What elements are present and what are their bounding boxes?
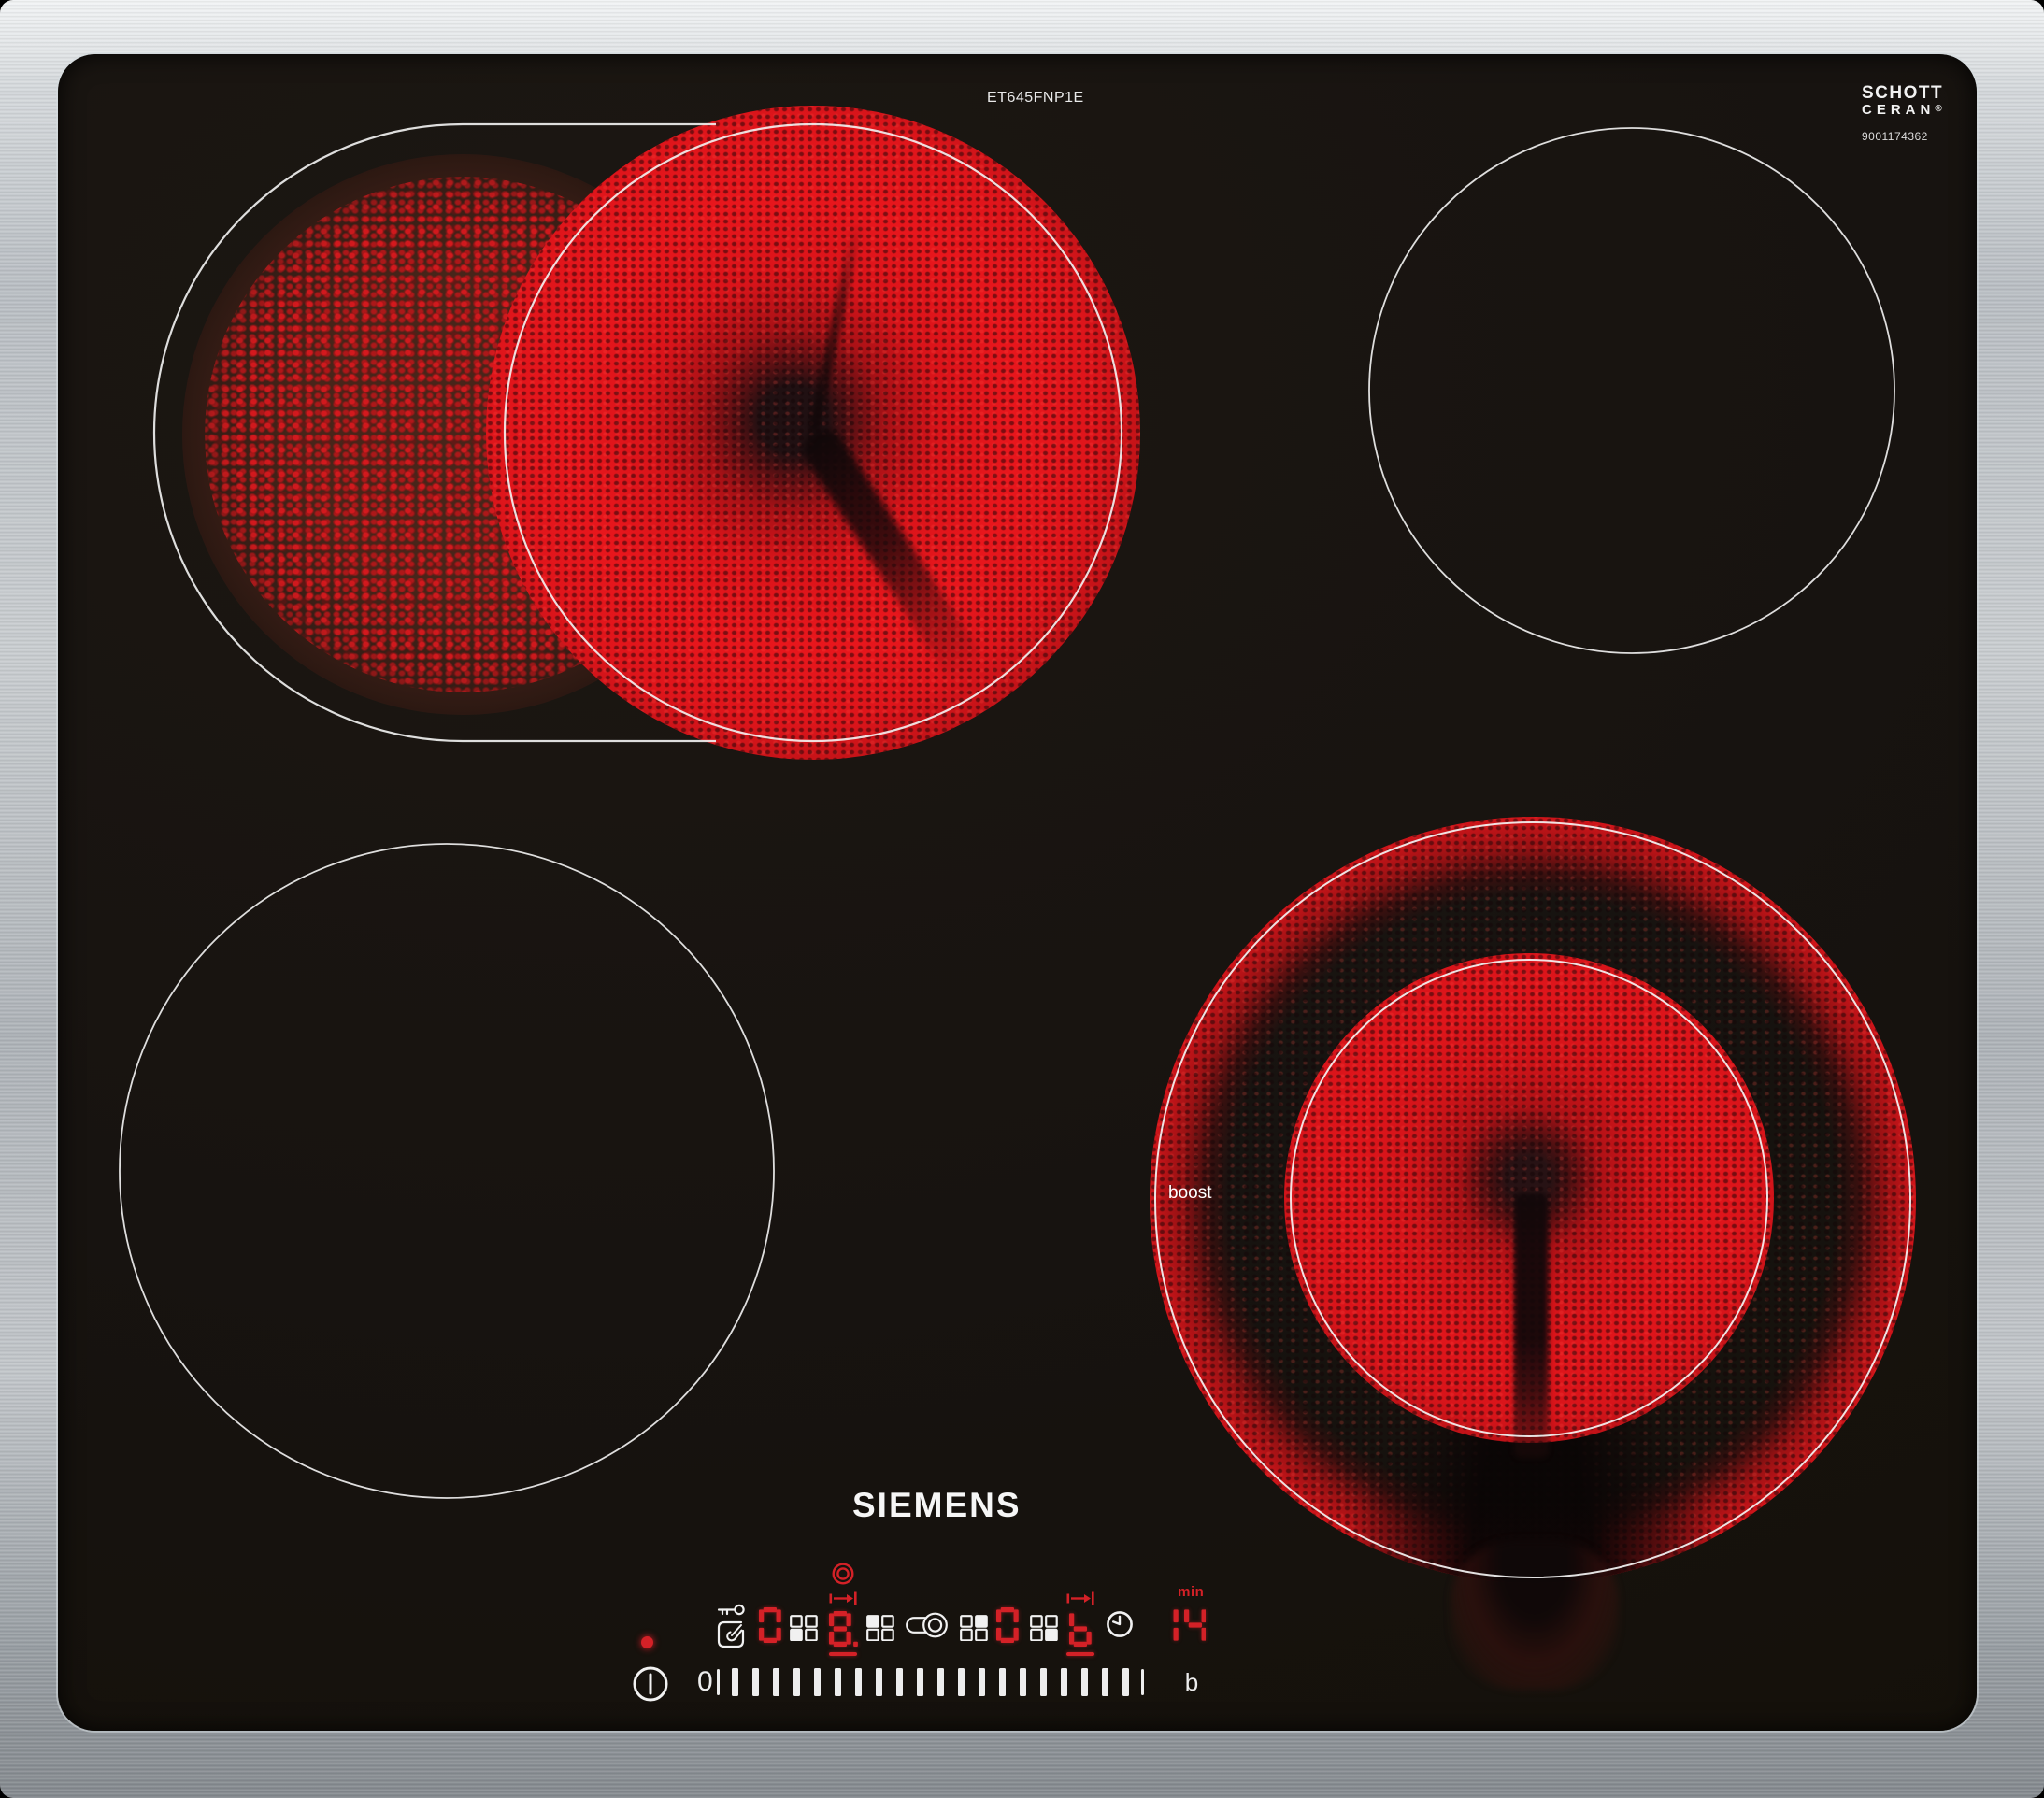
slider-tick (854, 1668, 862, 1696)
zone-select-grid-indicator (1029, 1614, 1058, 1641)
front-left-zone-outline (119, 843, 775, 1499)
glass-brand-logo: SCHOTT CERAN® 9001174362 (1862, 84, 1983, 142)
dual-zone-key-icon[interactable] (906, 1611, 949, 1639)
rear-right-zone-outline (1368, 127, 1895, 654)
seven-segment-digit (1183, 1609, 1207, 1641)
slider-tick (751, 1668, 759, 1696)
glass-code: 9001174362 (1862, 129, 1928, 143)
power-on-indicator (641, 1636, 653, 1648)
zone-display-front-right[interactable] (1065, 1591, 1094, 1656)
slider-tick (1101, 1668, 1108, 1696)
glass-brand-line2: CERAN® (1862, 101, 1942, 118)
seven-segment-digit (828, 1611, 858, 1647)
slider-tick (772, 1668, 779, 1696)
front-right-connector-shadow (1451, 1540, 1619, 1690)
zone-display-group-rear-right (960, 1607, 1019, 1650)
ceramic-glass-surface: ET645FNP1E SCHOTT CERAN® 9001174362 SIEM… (58, 54, 1977, 1731)
slider-start-label: 0 (697, 1666, 713, 1697)
seven-segment-digit (1068, 1613, 1092, 1647)
slider-tick (936, 1668, 944, 1696)
slider-tick (793, 1668, 800, 1696)
slider-tick (1060, 1668, 1067, 1696)
zone-display-group-rear-left (828, 1562, 894, 1656)
zone-display-group-front-left (759, 1607, 818, 1650)
power-level-slider[interactable]: 0 b (697, 1665, 1198, 1699)
cooktop: ET645FNP1E SCHOTT CERAN® 9001174362 SIEM… (0, 0, 2044, 1798)
seven-segment-digit (759, 1607, 781, 1643)
slider-tick (895, 1668, 903, 1696)
zone-display-row: min (712, 1553, 1207, 1656)
zone-extension-icon (829, 1591, 858, 1605)
zone-display-front-left[interactable] (759, 1607, 781, 1643)
zone-extension-icon (1066, 1591, 1094, 1605)
slider-end-label: b (1184, 1668, 1199, 1696)
slider-tick (1122, 1668, 1129, 1696)
zone-display-rear-right[interactable] (996, 1607, 1019, 1643)
slider-tick (875, 1668, 882, 1696)
zone-select-grid-indicator (866, 1614, 894, 1641)
slider-tick (916, 1668, 923, 1696)
slider-tick-scale (731, 1668, 1129, 1696)
slider-tick (998, 1668, 1006, 1696)
seven-segment-digit (996, 1607, 1019, 1643)
power-icon (633, 1666, 668, 1702)
glass-brand-line1: SCHOTT (1862, 83, 1944, 103)
selected-zone-underline (829, 1652, 858, 1656)
slider-tick (978, 1668, 985, 1696)
model-number-label: ET645FNP1E (987, 90, 1084, 106)
slider-tick (731, 1668, 738, 1696)
slider-tick (813, 1668, 821, 1696)
power-button[interactable] (630, 1663, 671, 1705)
timer-unit-label: min (1178, 1584, 1205, 1600)
zone-select-grid-indicator (789, 1614, 818, 1641)
timer-display: min (1156, 1584, 1207, 1643)
slider-tick (957, 1668, 965, 1696)
zone-select-grid-indicator (960, 1614, 988, 1641)
slider-tick (834, 1668, 841, 1696)
timer-clock-icon[interactable] (1106, 1610, 1134, 1638)
front-right-inner-glow (1284, 953, 1774, 1443)
slider-tick (1140, 1669, 1144, 1695)
dual-ring-active-icon (832, 1563, 854, 1585)
slider-tick (1039, 1668, 1047, 1696)
selected-zone-underline (1065, 1652, 1094, 1656)
seven-segment-digit (1173, 1609, 1179, 1641)
zone-display-group-front-right (1029, 1591, 1094, 1656)
registered-mark: ® (1935, 103, 1942, 114)
brand-logo: SIEMENS (852, 1486, 1022, 1524)
timer-value (1156, 1607, 1207, 1643)
slider-tick (716, 1669, 720, 1695)
zone-display-rear-left[interactable] (828, 1562, 858, 1656)
slider-tick (1019, 1668, 1026, 1696)
slider-tick (1080, 1668, 1088, 1696)
child-lock-key-icon[interactable] (712, 1602, 748, 1652)
boost-label: boost (1168, 1183, 1212, 1203)
